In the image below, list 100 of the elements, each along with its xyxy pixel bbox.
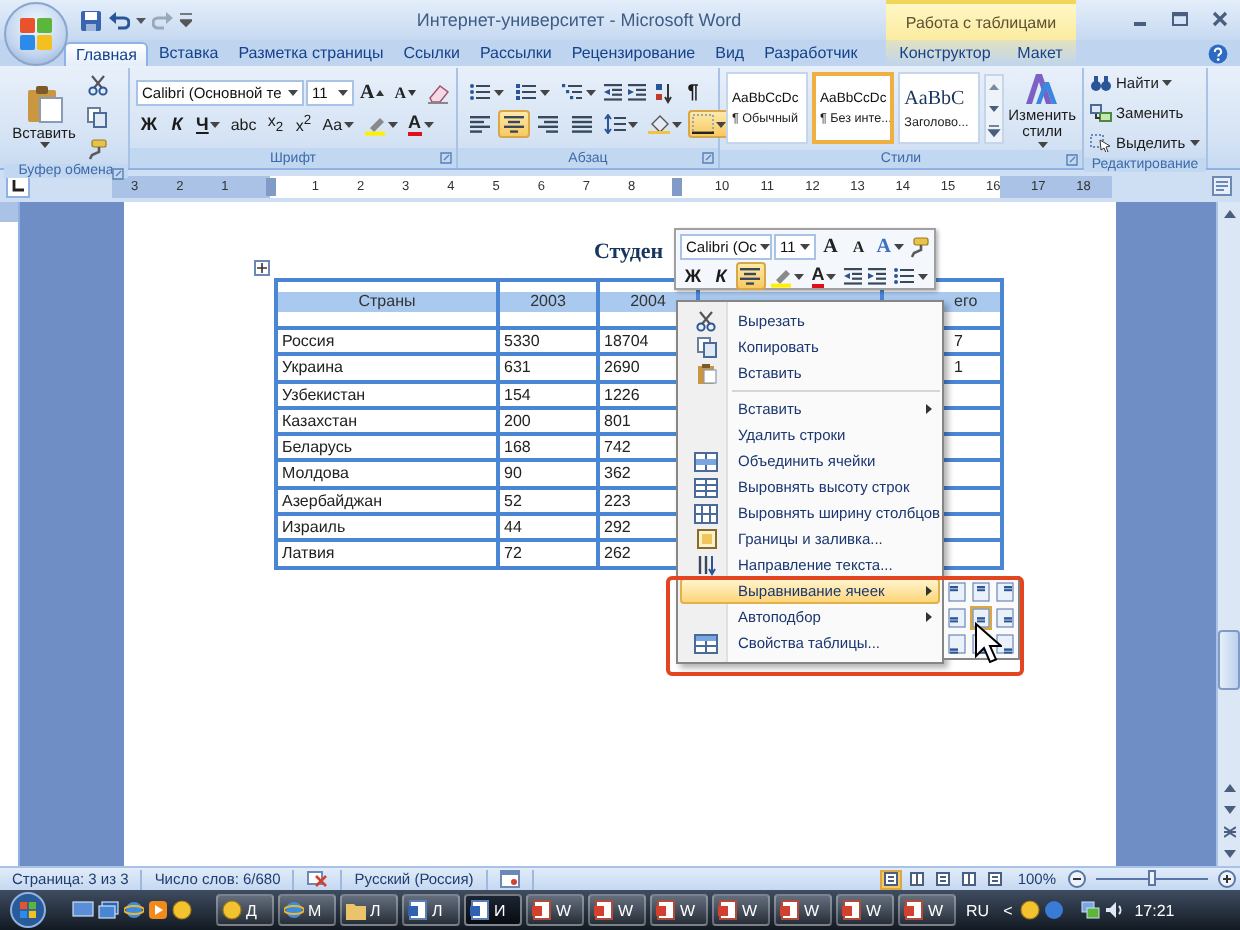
bullet-list-icon[interactable] [468, 82, 492, 102]
superscript-button[interactable]: x$^{2}$ [290, 110, 317, 138]
maximize-button[interactable] [1168, 10, 1192, 30]
status-icon[interactable] [1044, 900, 1065, 920]
zoom-out-icon[interactable] [1068, 870, 1086, 888]
increase-indent-icon[interactable] [865, 266, 888, 286]
italic-button[interactable]: К [164, 110, 190, 138]
numbered-list-icon[interactable] [514, 82, 538, 102]
bullets-button[interactable] [464, 78, 508, 106]
taskbar-button[interactable]: W [588, 894, 646, 926]
taskbar-button[interactable]: Л [402, 894, 460, 926]
decrease-indent-icon[interactable] [841, 266, 864, 286]
cell-alignment-option[interactable] [994, 632, 1016, 656]
taskbar-button[interactable]: М [278, 894, 336, 926]
shrink-font-button[interactable]: A [845, 232, 872, 260]
bullets-button[interactable] [889, 262, 930, 290]
macro-record-icon[interactable] [499, 870, 520, 888]
view-button[interactable] [905, 869, 928, 889]
subscript-button[interactable]: x$_{2}$ [262, 110, 289, 138]
decrease-indent-icon[interactable] [602, 82, 624, 102]
taskbar-button[interactable]: И [464, 894, 522, 926]
font-color-button[interactable]: A [404, 110, 438, 138]
scroll-down-icon[interactable] [1223, 806, 1235, 814]
keyboard-language[interactable]: RU [960, 901, 996, 919]
gallery-scroll-buttons[interactable] [984, 73, 1005, 144]
dialog-launcher-icon[interactable] [440, 152, 452, 164]
bold-button[interactable]: Ж [136, 110, 162, 138]
taskbar-button[interactable]: W [898, 894, 956, 926]
cut-button[interactable] [82, 70, 112, 98]
scroll-up-icon[interactable] [1223, 784, 1235, 792]
ribbon-tab[interactable]: Разметка страницы [228, 42, 394, 66]
ribbon-tab[interactable]: Главная [64, 42, 149, 66]
sort-button[interactable] [650, 78, 678, 106]
taskbar-button[interactable]: W [526, 894, 584, 926]
cell-alignment-option[interactable] [946, 632, 968, 656]
help-icon[interactable] [1208, 43, 1228, 63]
ribbon-tab[interactable]: Конструктор [889, 42, 1001, 66]
vertical-scrollbar[interactable] [1216, 202, 1240, 866]
change-case-button[interactable]: Aa [318, 110, 359, 138]
view-button[interactable] [983, 869, 1006, 889]
ribbon-tab[interactable]: Разработчик [754, 42, 868, 66]
italic-button[interactable]: К [708, 262, 734, 290]
cell-alignment-option[interactable] [994, 606, 1016, 630]
alignment-button[interactable] [566, 110, 598, 138]
cell-alignment-option[interactable] [970, 606, 992, 630]
proofing-icon[interactable] [306, 870, 329, 888]
alignment-button[interactable] [464, 110, 496, 138]
cell-alignment-option[interactable] [946, 606, 968, 630]
copy-button[interactable] [82, 102, 112, 130]
dialog-launcher-icon[interactable] [112, 168, 124, 180]
customize-toolbar-icon[interactable] [180, 12, 192, 28]
styles-button[interactable]: A [873, 232, 906, 260]
multilevel-list-icon[interactable] [560, 82, 584, 102]
clock[interactable]: 17:21 [1128, 901, 1181, 919]
ribbon-tab[interactable]: Ссылки [393, 42, 470, 66]
dialog-launcher-icon[interactable] [702, 152, 714, 164]
scroll-down-icon[interactable] [1223, 850, 1235, 858]
line-spacing-button[interactable] [600, 110, 642, 138]
shading-button[interactable] [644, 110, 686, 138]
switch-windows-icon[interactable] [98, 900, 120, 920]
ribbon-tab[interactable]: Рассылки [469, 42, 562, 66]
show-desktop-icon[interactable] [72, 900, 94, 920]
center-button[interactable] [736, 262, 766, 290]
start-button[interactable] [8, 892, 48, 928]
ruler-marker[interactable] [671, 177, 682, 195]
scroll-up-icon[interactable] [1223, 210, 1235, 218]
ribbon-tab[interactable]: Вставка [148, 42, 229, 66]
ruler-marker[interactable] [265, 177, 276, 195]
alignment-button[interactable] [532, 110, 564, 138]
taskbar-button[interactable]: W [712, 894, 770, 926]
taskbar-button[interactable]: W [774, 894, 832, 926]
media-player-icon[interactable] [148, 900, 168, 920]
grow-font-button[interactable]: A [817, 232, 844, 260]
bullet-list-icon[interactable] [891, 266, 916, 286]
scroll-thumb[interactable] [1218, 630, 1240, 690]
view-button[interactable] [957, 869, 980, 889]
ribbon-tab[interactable]: Вид [705, 42, 755, 66]
undo-icon[interactable] [108, 9, 130, 31]
taskbar-button[interactable]: W [650, 894, 708, 926]
strikethrough-button[interactable]: abc [226, 110, 261, 138]
cell-alignment-option[interactable] [994, 580, 1016, 604]
shrink-font-button[interactable]: A [390, 78, 421, 106]
dialog-launcher-icon[interactable] [1066, 153, 1078, 166]
show-formatting-button[interactable]: ¶ [680, 78, 706, 106]
borders-button[interactable] [688, 110, 730, 138]
alignment-button[interactable] [498, 110, 530, 138]
view-button[interactable] [931, 869, 954, 889]
zoom-in-icon[interactable] [1218, 870, 1236, 888]
underline-button[interactable]: Ч [192, 110, 225, 138]
taskbar-button[interactable]: W [836, 894, 894, 926]
close-button[interactable] [1208, 10, 1232, 30]
ribbon-tab[interactable]: Рецензирование [561, 42, 706, 66]
save-icon[interactable] [80, 9, 102, 31]
grow-font-button[interactable]: A [356, 78, 389, 106]
browse-object-icon[interactable] [1223, 826, 1235, 838]
table-move-handle-icon[interactable] [254, 260, 270, 276]
taskbar-button[interactable]: Л [340, 894, 398, 926]
ribbon-tab[interactable]: Макет [1007, 42, 1073, 66]
network-icon[interactable] [1080, 900, 1101, 920]
taskbar-button[interactable]: Д [216, 894, 274, 926]
